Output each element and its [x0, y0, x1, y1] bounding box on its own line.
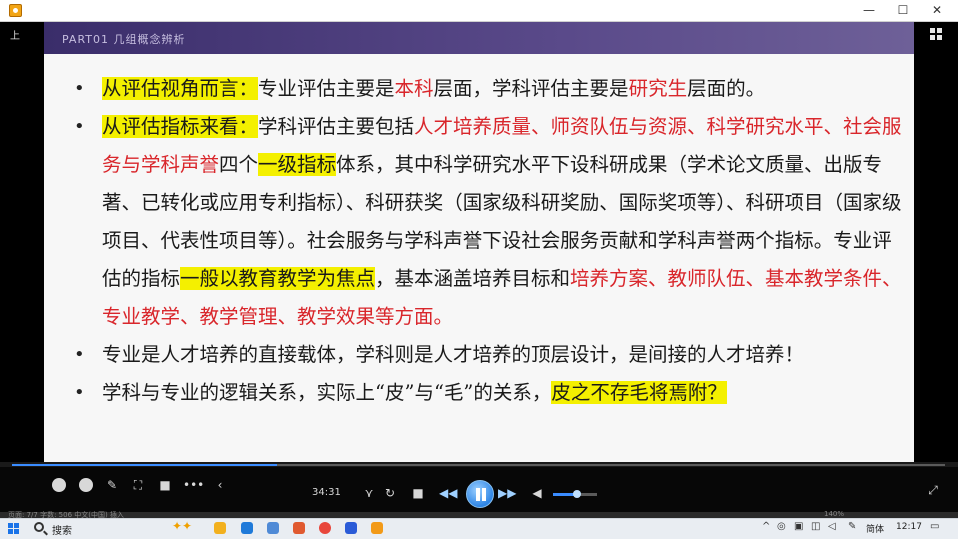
- emphasis-text: 本科: [394, 77, 434, 100]
- bullet-text: 四个: [219, 153, 259, 176]
- volume-knob[interactable]: [573, 490, 581, 498]
- pause-button[interactable]: [466, 480, 494, 508]
- slide-bullet: 专业是人才培养的直接载体，学科则是人才培养的顶层设计，是间接的人才培养！: [72, 336, 902, 374]
- video-slide: PART01 几组概念辨析 从评估视角而言：专业评估主要是本科层面，学科评估主要…: [44, 22, 914, 462]
- maximize-button[interactable]: ☐: [888, 0, 918, 22]
- bullet-text: 层面，学科评估主要是: [433, 77, 629, 100]
- notification-icon[interactable]: ▭: [930, 521, 939, 532]
- bullet-text: 层面的。: [687, 77, 766, 100]
- windows-start-icon[interactable]: [8, 523, 19, 534]
- player-left-strip: [0, 22, 44, 462]
- grid-view-icon[interactable]: [930, 28, 942, 40]
- more-icon[interactable]: •••: [183, 476, 204, 494]
- fast-forward-icon[interactable]: ▶▶: [498, 484, 516, 502]
- camera-icon[interactable]: ■: [156, 476, 174, 494]
- slide-bullet: 从评估指标来看：学科评估主要包括人才培养质量、师资队伍与资源、科学研究水平、社会…: [72, 108, 902, 336]
- minimize-button[interactable]: —: [854, 0, 884, 22]
- progress-played[interactable]: [12, 464, 277, 466]
- bullet-text: 学科评估主要包括: [258, 115, 415, 138]
- app-icon-3[interactable]: [267, 522, 279, 534]
- prev-icon[interactable]: [52, 478, 66, 492]
- player-taskbar-icon[interactable]: [371, 522, 383, 534]
- pen-icon[interactable]: ✎: [103, 476, 121, 494]
- maximize-icon: ☐: [897, 3, 909, 17]
- playback-time: 34:31: [312, 487, 341, 498]
- repeat-icon[interactable]: ↻: [381, 484, 399, 502]
- highlighted-text: 从评估视角而言：: [102, 77, 259, 100]
- minimize-icon: —: [863, 3, 875, 17]
- slide-bullet: 学科与专业的逻辑关系，实际上“皮”与“毛”的关系，皮之不存毛将焉附？: [72, 374, 902, 412]
- bullet-text: 学科与专业的逻辑关系，实际上“皮”与“毛”的关系，: [102, 381, 552, 404]
- search-highlight-icon[interactable]: ✦✦: [172, 519, 192, 533]
- app-icon-6[interactable]: [345, 522, 357, 534]
- chrome-icon[interactable]: [319, 522, 331, 534]
- rewind-icon[interactable]: ◀◀: [439, 484, 457, 502]
- search-icon[interactable]: [34, 522, 44, 532]
- pause-icon: [476, 488, 480, 501]
- file-explorer-icon[interactable]: [214, 522, 226, 534]
- slide-header-title: PART01 几组概念辨析: [62, 33, 186, 46]
- tray-app-icon-2[interactable]: ▣: [794, 521, 803, 532]
- bullet-text: 专业是人才培养的直接载体，学科则是人才培养的顶层设计，是间接的人才培养！: [102, 343, 805, 366]
- bullet-text: 专业评估主要是: [258, 77, 395, 100]
- player-right-strip: [914, 22, 958, 462]
- volume-icon[interactable]: ◀: [528, 484, 546, 502]
- pen-tray-icon[interactable]: ✎: [848, 521, 856, 532]
- slide-header: PART01 几组概念辨析: [44, 22, 914, 54]
- taskbar-search-label[interactable]: 搜索: [52, 522, 72, 537]
- ime-indicator[interactable]: 简体: [866, 522, 884, 535]
- slide-bullet: 从评估视角而言：专业评估主要是本科层面，学科评估主要是研究生层面的。: [72, 70, 902, 108]
- close-icon: ✕: [931, 3, 943, 17]
- underlying-zoom: 140%: [824, 510, 845, 518]
- fullscreen-icon[interactable]: ⤢: [924, 481, 942, 499]
- collapse-icon[interactable]: ‹: [211, 476, 229, 494]
- next-icon[interactable]: [79, 478, 93, 492]
- highlighted-text: 从评估指标来看：: [102, 115, 259, 138]
- vr-icon[interactable]: ⋎: [360, 484, 378, 502]
- highlighted-text: 一般以教育教学为焦点: [180, 267, 376, 290]
- screen: — ☐ ✕ 上 PART01 几组概念辨析 从评估视角而言：专业评估主要是本科层…: [0, 0, 958, 539]
- close-button[interactable]: ✕: [922, 0, 952, 22]
- window-titlebar: — ☐ ✕: [0, 0, 958, 22]
- slide-bullet-list: 从评估视角而言：专业评估主要是本科层面，学科评估主要是研究生层面的。从评估指标来…: [72, 70, 902, 412]
- edge-icon[interactable]: [241, 522, 253, 534]
- highlighted-text: 皮之不存毛将焉附？: [551, 381, 727, 404]
- player-app-icon: [9, 4, 22, 17]
- screenshot-icon[interactable]: ⛶: [129, 476, 147, 494]
- previous-page-label[interactable]: 上: [10, 27, 20, 42]
- stop-icon[interactable]: ■: [409, 484, 427, 502]
- bullet-text: ，基本涵盖培养目标和: [375, 267, 571, 290]
- chevron-up-icon[interactable]: ^: [762, 521, 770, 532]
- highlighted-text: 一级指标: [258, 153, 337, 176]
- progress-remaining: [277, 464, 945, 466]
- app-icon-4[interactable]: [293, 522, 305, 534]
- volume-tray-icon[interactable]: ◁: [828, 521, 836, 532]
- emphasis-text: 研究生: [628, 77, 688, 100]
- tray-app-icon[interactable]: ◎: [777, 521, 786, 532]
- network-icon[interactable]: ◫: [811, 521, 820, 532]
- clock[interactable]: 12:17: [896, 522, 922, 532]
